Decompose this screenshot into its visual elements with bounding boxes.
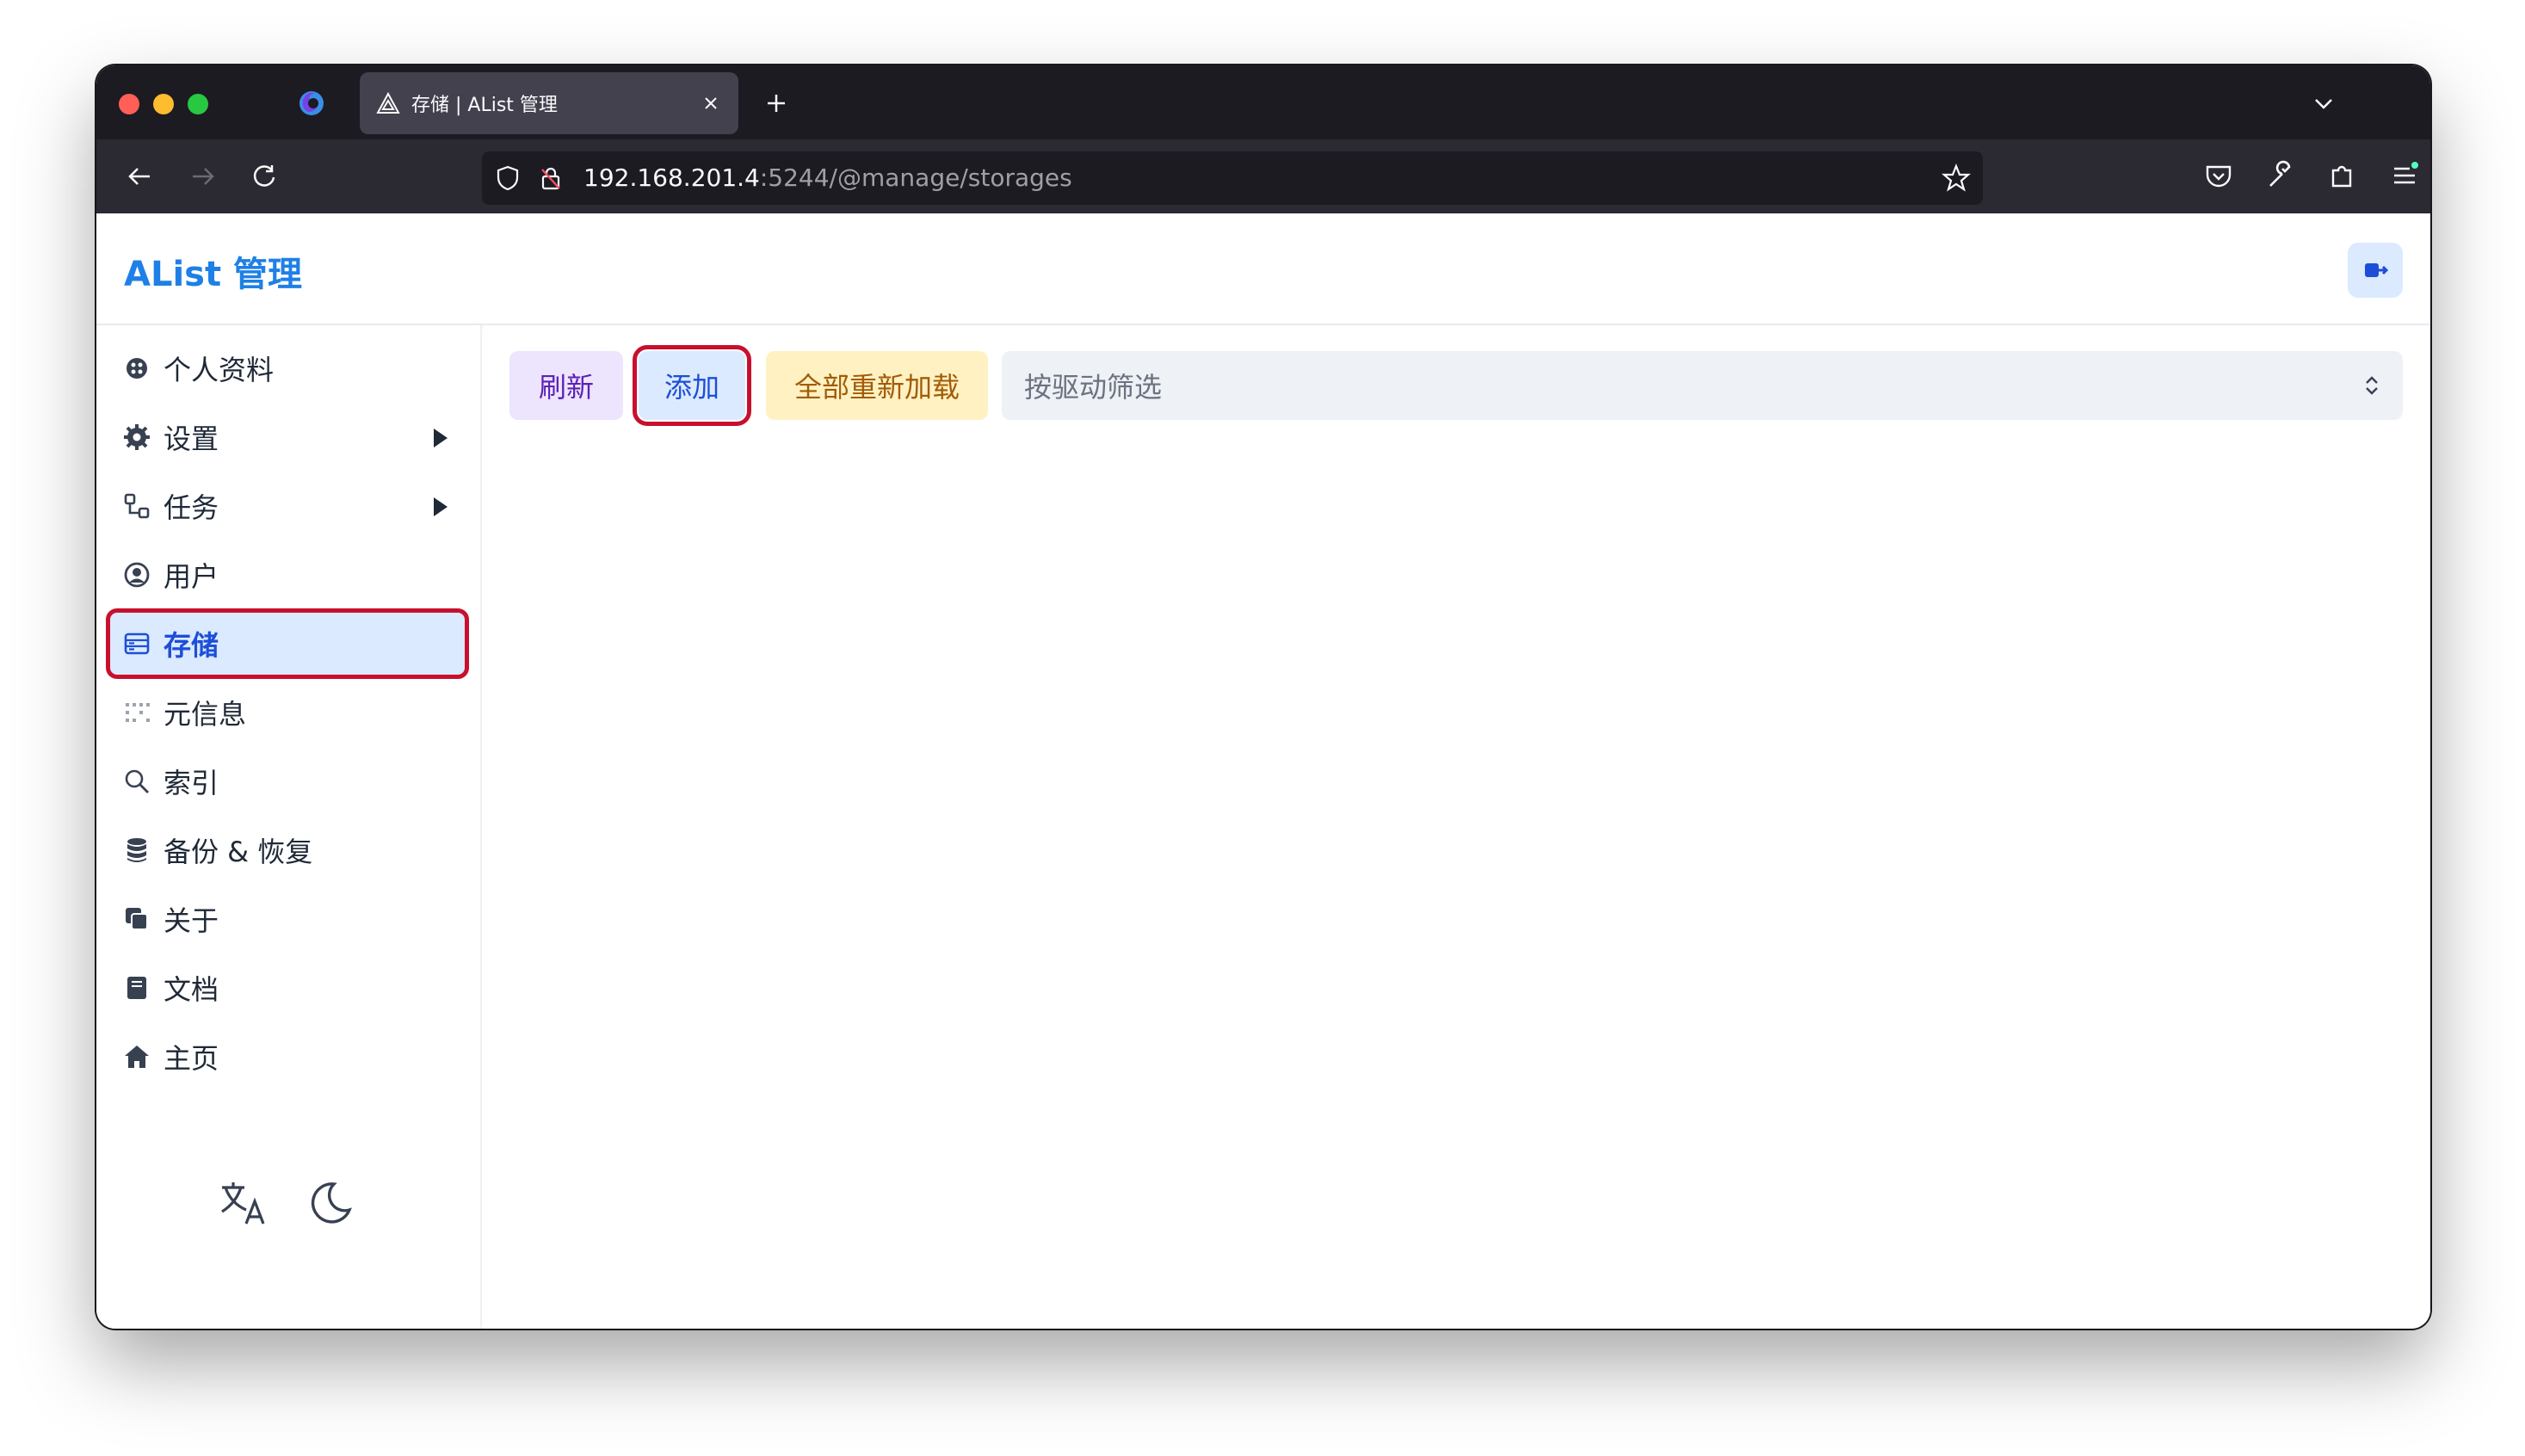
sidebar-item-label: 元信息 (164, 698, 247, 731)
sidebar-item-about[interactable]: 关于 (110, 888, 465, 950)
sidebar: 个人资料 设置 任务 用户 存储 元信息 索引 备份 & 恢复 关于 文档 主页 (96, 325, 482, 1329)
browser-window: 存储 | AList 管理 192.168.201.4:5244/@manage… (96, 65, 2430, 1329)
url-text: 192.168.201.4:5244/@manage/storages (583, 163, 1072, 192)
driver-filter-placeholder: 按驱动筛选 (1024, 371, 1163, 404)
app-header: AList 管理 (96, 213, 2430, 325)
menu-icon[interactable] (2387, 158, 2422, 193)
pocket-icon[interactable] (2201, 158, 2236, 193)
sidebar-item-users[interactable]: 用户 (110, 544, 465, 606)
bookmark-star-icon[interactable] (1942, 163, 1971, 193)
back-arrow-icon[interactable] (122, 158, 158, 194)
new-tab-icon[interactable] (761, 88, 792, 119)
active-tab[interactable]: 存储 | AList 管理 (360, 72, 738, 134)
sidebar-item-label: 设置 (164, 423, 219, 455)
driver-filter-select[interactable]: 按驱动筛选 (1002, 351, 2403, 420)
moon-icon[interactable] (303, 1177, 355, 1229)
page-title: AList 管理 (124, 255, 303, 294)
sidebar-item-backup-restore[interactable]: 备份 & 恢复 (110, 819, 465, 881)
sidebar-item-label: 存储 (164, 629, 219, 662)
sidebar-item-label: 主页 (164, 1042, 219, 1075)
main-content: 刷新 添加 全部重新加载 按驱动筛选 (484, 325, 2430, 1329)
profile-icon (127, 358, 147, 379)
sidebar-item-label: 文档 (164, 973, 219, 1006)
sidebar-item-tasks[interactable]: 任务 (110, 475, 465, 537)
firefox-icon[interactable] (296, 88, 327, 119)
home-icon (125, 1046, 149, 1068)
minimize-window-button[interactable] (153, 94, 174, 114)
sidebar-item-index[interactable]: 索引 (110, 750, 465, 812)
tasks-icon (124, 493, 150, 519)
shield-icon[interactable] (494, 164, 522, 192)
gear-icon (124, 424, 150, 450)
tab-bar: 存储 | AList 管理 (96, 65, 2430, 139)
reload-all-button[interactable]: 全部重新加载 (766, 351, 988, 420)
maximize-window-button[interactable] (188, 94, 208, 114)
close-window-button[interactable] (119, 94, 139, 114)
logout-icon (2365, 263, 2389, 277)
storage-icon (124, 632, 150, 655)
sidebar-tools (217, 1177, 355, 1229)
sidebar-item-profile[interactable]: 个人资料 (110, 337, 465, 399)
search-icon (125, 769, 149, 793)
copy-icon (126, 908, 148, 930)
logout-button[interactable] (2348, 243, 2403, 298)
sidebar-item-meta[interactable]: 元信息 (110, 682, 465, 743)
sidebar-item-label: 关于 (164, 904, 219, 937)
sidebar-item-label: 索引 (164, 767, 219, 799)
sidebar-item-label: 用户 (164, 560, 219, 593)
chevron-down-icon[interactable] (2308, 88, 2339, 119)
sidebar-item-storage[interactable]: 存储 (106, 608, 469, 679)
refresh-button[interactable]: 刷新 (509, 351, 623, 420)
sidebar-item-label: 任务 (164, 491, 219, 524)
wrench-icon[interactable] (2263, 158, 2298, 193)
book-icon (127, 977, 146, 999)
forward-arrow-icon[interactable] (184, 158, 220, 194)
add-button[interactable]: 添加 (633, 345, 751, 426)
sidebar-item-docs[interactable]: 文档 (110, 957, 465, 1019)
tab-title: 存储 | AList 管理 (411, 95, 558, 116)
close-icon[interactable] (699, 91, 723, 115)
meta-icon (126, 703, 150, 722)
nav-bar: 192.168.201.4:5244/@manage/storages (96, 139, 2430, 213)
sidebar-item-label: 备份 & 恢复 (164, 836, 313, 868)
caret-right-icon[interactable] (430, 496, 449, 518)
caret-right-icon[interactable] (430, 427, 449, 449)
database-icon (127, 838, 146, 862)
translate-icon[interactable] (217, 1177, 269, 1229)
url-host: 192.168.201.4 (583, 163, 760, 192)
chevron-up-down-icon (2366, 376, 2378, 395)
user-circle-icon (124, 562, 150, 588)
url-path: :5244/@manage/storages (759, 163, 1072, 192)
lock-insecure-icon[interactable] (537, 164, 565, 192)
extensions-icon[interactable] (2325, 158, 2360, 193)
alist-favicon-icon (376, 91, 400, 114)
address-bar[interactable]: 192.168.201.4:5244/@manage/storages (482, 151, 1983, 205)
sidebar-item-settings[interactable]: 设置 (110, 406, 465, 468)
reload-icon[interactable] (246, 158, 282, 194)
sidebar-item-label: 个人资料 (164, 354, 275, 386)
sidebar-item-home[interactable]: 主页 (110, 1026, 465, 1088)
